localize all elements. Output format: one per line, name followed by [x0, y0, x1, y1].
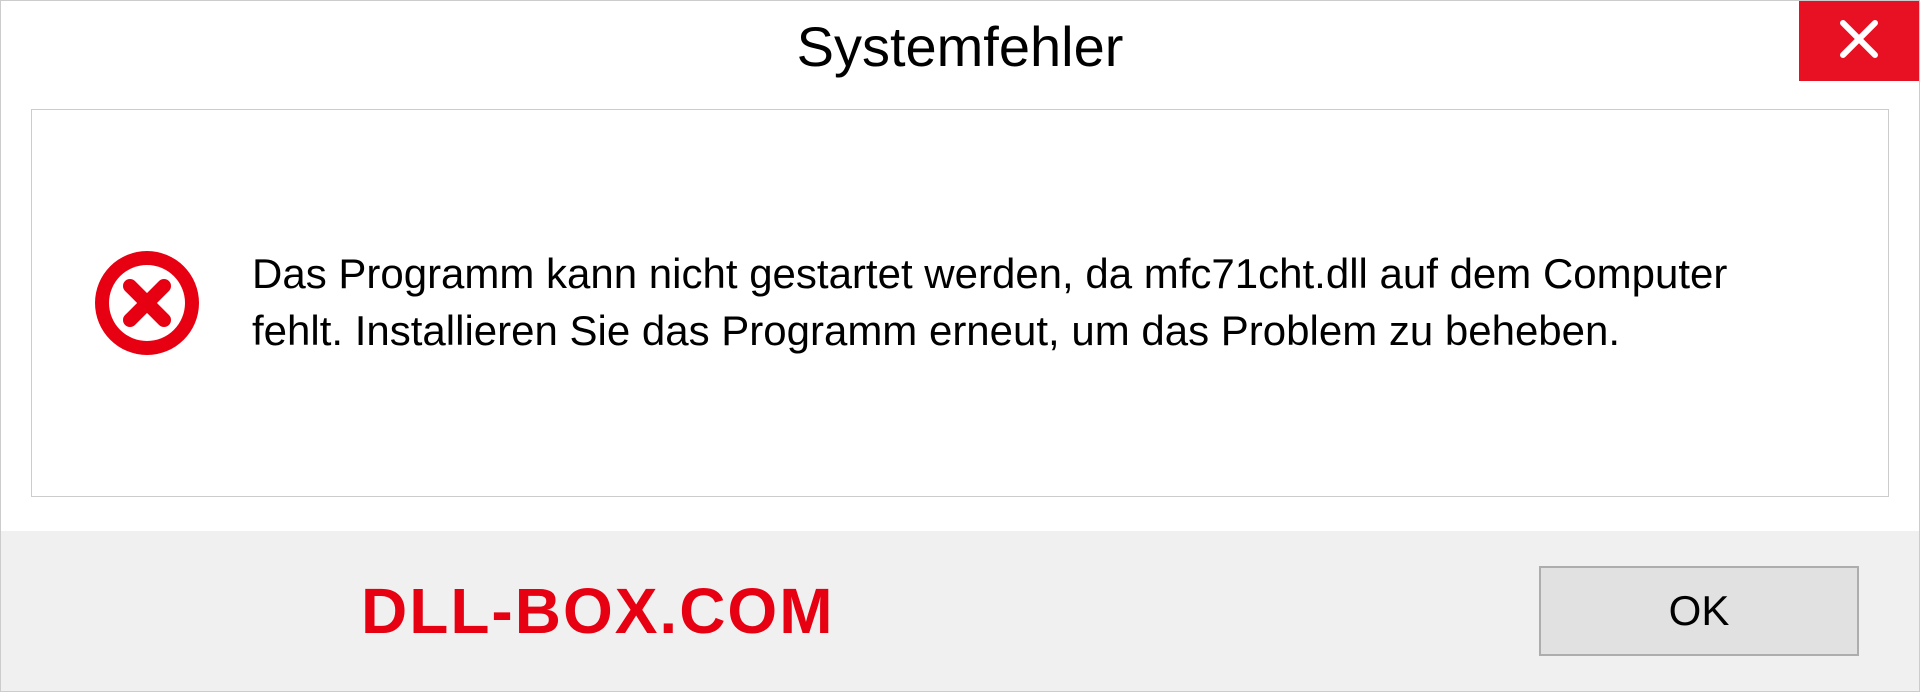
- watermark-text: DLL-BOX.COM: [361, 574, 835, 648]
- ok-button[interactable]: OK: [1539, 566, 1859, 656]
- error-message: Das Programm kann nicht gestartet werden…: [252, 246, 1828, 359]
- content-area: Das Programm kann nicht gestartet werden…: [31, 109, 1889, 497]
- error-icon: [92, 248, 202, 358]
- error-dialog: Systemfehler Das Programm kann nicht ges…: [0, 0, 1920, 692]
- close-button[interactable]: [1799, 1, 1919, 81]
- close-icon: [1837, 17, 1881, 66]
- titlebar: Systemfehler: [1, 1, 1919, 91]
- dialog-title: Systemfehler: [797, 14, 1124, 79]
- dialog-footer: DLL-BOX.COM OK: [1, 531, 1919, 691]
